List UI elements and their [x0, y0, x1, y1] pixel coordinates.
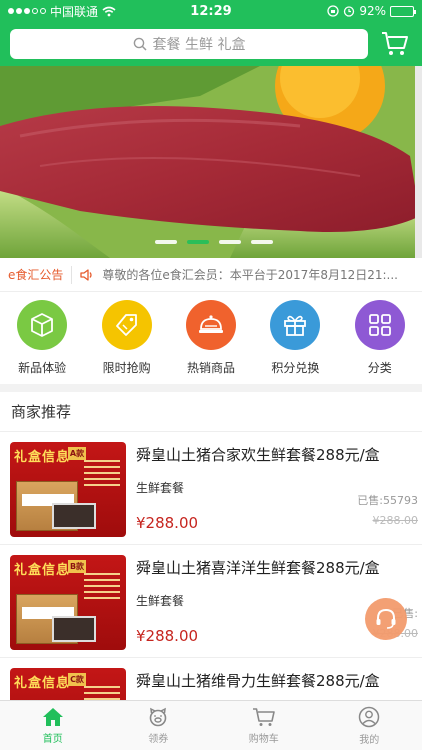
- product-thumbnail: 礼盒信息 C款: [10, 668, 126, 700]
- status-right: 92%: [327, 4, 416, 18]
- tab-label: 我的: [359, 734, 380, 746]
- thumbnail-lines: [84, 460, 120, 490]
- thumbnail-title: 礼盒信息: [14, 563, 71, 578]
- banner-dot[interactable]: [155, 240, 177, 244]
- announcement-bar[interactable]: e食汇公告 尊敬的各位e食汇会员：本平台于2017年8月12日21:...: [0, 258, 422, 292]
- quick-link-label: 新品体验: [18, 361, 67, 375]
- thumbnail-tag: C款: [68, 673, 86, 686]
- search-icon: [133, 37, 147, 51]
- tab-label: 购物车: [248, 733, 279, 745]
- banner-dot-active[interactable]: [187, 240, 209, 244]
- status-time: 12:29: [190, 3, 232, 19]
- product-card[interactable]: 礼盒信息 B款 舜皇山土猪喜洋洋生鲜套餐288元/盒 生鲜套餐 ¥288.00 …: [0, 545, 422, 658]
- thumbnail-lines: [84, 573, 120, 603]
- product-info: 舜皇山土猪维骨力生鲜套餐288元/盒: [126, 668, 412, 700]
- quick-link-points[interactable]: 积分兑换: [253, 300, 337, 384]
- quick-link-new[interactable]: 新品体验: [0, 300, 84, 384]
- product-price: ¥288.00: [136, 627, 199, 645]
- cart-icon: [382, 32, 408, 55]
- search-placeholder: 套餐 生鲜 礼盒: [152, 37, 246, 53]
- signal-icon: [8, 8, 46, 14]
- tab-label: 首页: [42, 733, 63, 745]
- meat-photo: [52, 503, 96, 529]
- tab-label: 领券: [148, 733, 169, 745]
- user-icon: [359, 706, 380, 727]
- headset-icon: [376, 608, 396, 629]
- grid-icon: [354, 300, 405, 350]
- thumbnail-tag: A款: [68, 447, 86, 460]
- quick-link-label: 积分兑换: [271, 361, 320, 375]
- tab-home[interactable]: 首页: [0, 701, 106, 750]
- meat-photo: [52, 616, 96, 642]
- product-title: 舜皇山土猪维骨力生鲜套餐288元/盒: [136, 672, 380, 690]
- box-icon: [17, 300, 68, 350]
- status-left: 中国联通: [8, 3, 116, 20]
- product-info: 舜皇山土猪喜洋洋生鲜套餐288元/盒 生鲜套餐 ¥288.00: [126, 555, 412, 647]
- product-list: 礼盒信息 A款 舜皇山土猪合家欢生鲜套餐288元/盒 生鲜套餐 ¥288.00 …: [0, 432, 422, 700]
- banner-image: [0, 66, 422, 258]
- home-icon: [42, 707, 63, 726]
- product-price: ¥288.00: [136, 514, 199, 532]
- announcement-title: e食汇公告: [8, 268, 64, 282]
- rotation-lock-icon: [327, 5, 339, 17]
- product-title: 舜皇山土猪合家欢生鲜套餐288元/盒: [136, 446, 380, 464]
- price-tag-icon: [101, 300, 152, 350]
- quick-link-label: 分类: [367, 361, 392, 375]
- cart-button[interactable]: [378, 27, 412, 61]
- product-thumbnail: 礼盒信息 A款: [10, 442, 126, 537]
- battery-percent: 92%: [359, 4, 386, 18]
- quick-link-label: 热销商品: [186, 361, 235, 375]
- product-title: 舜皇山土猪喜洋洋生鲜套餐288元/盒: [136, 559, 380, 577]
- tab-coupons[interactable]: 领券: [106, 701, 212, 750]
- gift-icon: [270, 300, 321, 350]
- product-sold-count: 已售:55793: [357, 494, 418, 507]
- pig-icon: [149, 707, 167, 726]
- banner-dot[interactable]: [251, 240, 273, 244]
- quick-link-hot[interactable]: 热销商品: [169, 300, 253, 384]
- thumbnail-title: 礼盒信息: [14, 450, 71, 465]
- product-card[interactable]: 礼盒信息 C款 舜皇山土猪维骨力生鲜套餐288元/盒: [0, 658, 422, 700]
- tab-bar: 首页 领券 购物车 我的: [0, 700, 422, 750]
- product-original-price: ¥288.00: [372, 514, 419, 527]
- product-thumbnail: 礼盒信息 B款: [10, 555, 126, 650]
- quick-link-categories[interactable]: 分类: [338, 300, 422, 384]
- product-info: 舜皇山土猪合家欢生鲜套餐288元/盒 生鲜套餐 ¥288.00: [126, 442, 412, 534]
- thumbnail-tag: B款: [68, 560, 86, 573]
- customer-service-button[interactable]: [365, 598, 407, 640]
- serving-dish-icon: [185, 300, 236, 350]
- tab-profile[interactable]: 我的: [317, 701, 422, 750]
- quick-links: 新品体验 限时抢购 热销商品 积分兑换 分类: [0, 292, 422, 384]
- product-card[interactable]: 礼盒信息 A款 舜皇山土猪合家欢生鲜套餐288元/盒 生鲜套餐 ¥288.00 …: [0, 432, 422, 545]
- carrier-label: 中国联通: [50, 4, 99, 19]
- quick-link-flash-sale[interactable]: 限时抢购: [85, 300, 169, 384]
- section-title: 商家推荐: [0, 392, 422, 432]
- thumbnail-title: 礼盒信息: [14, 676, 71, 691]
- search-input[interactable]: 套餐 生鲜 礼盒: [10, 29, 368, 59]
- cart-icon: [252, 707, 275, 726]
- announcement-text: 尊敬的各位e食汇会员：本平台于2017年8月12日21:...: [102, 268, 398, 282]
- tab-cart[interactable]: 购物车: [211, 701, 317, 750]
- thumbnail-lines: [84, 686, 120, 700]
- status-bar: 中国联通 12:29 92%: [0, 0, 422, 22]
- speaker-icon: [72, 268, 102, 282]
- wifi-icon: [102, 6, 116, 16]
- alarm-icon: [344, 6, 355, 17]
- banner-pagination: [155, 240, 273, 244]
- banner-dot[interactable]: [219, 240, 241, 244]
- promo-banner[interactable]: [0, 66, 422, 258]
- battery-icon: [390, 5, 416, 17]
- quick-link-label: 限时抢购: [102, 361, 151, 375]
- header: 套餐 生鲜 礼盒: [0, 22, 422, 66]
